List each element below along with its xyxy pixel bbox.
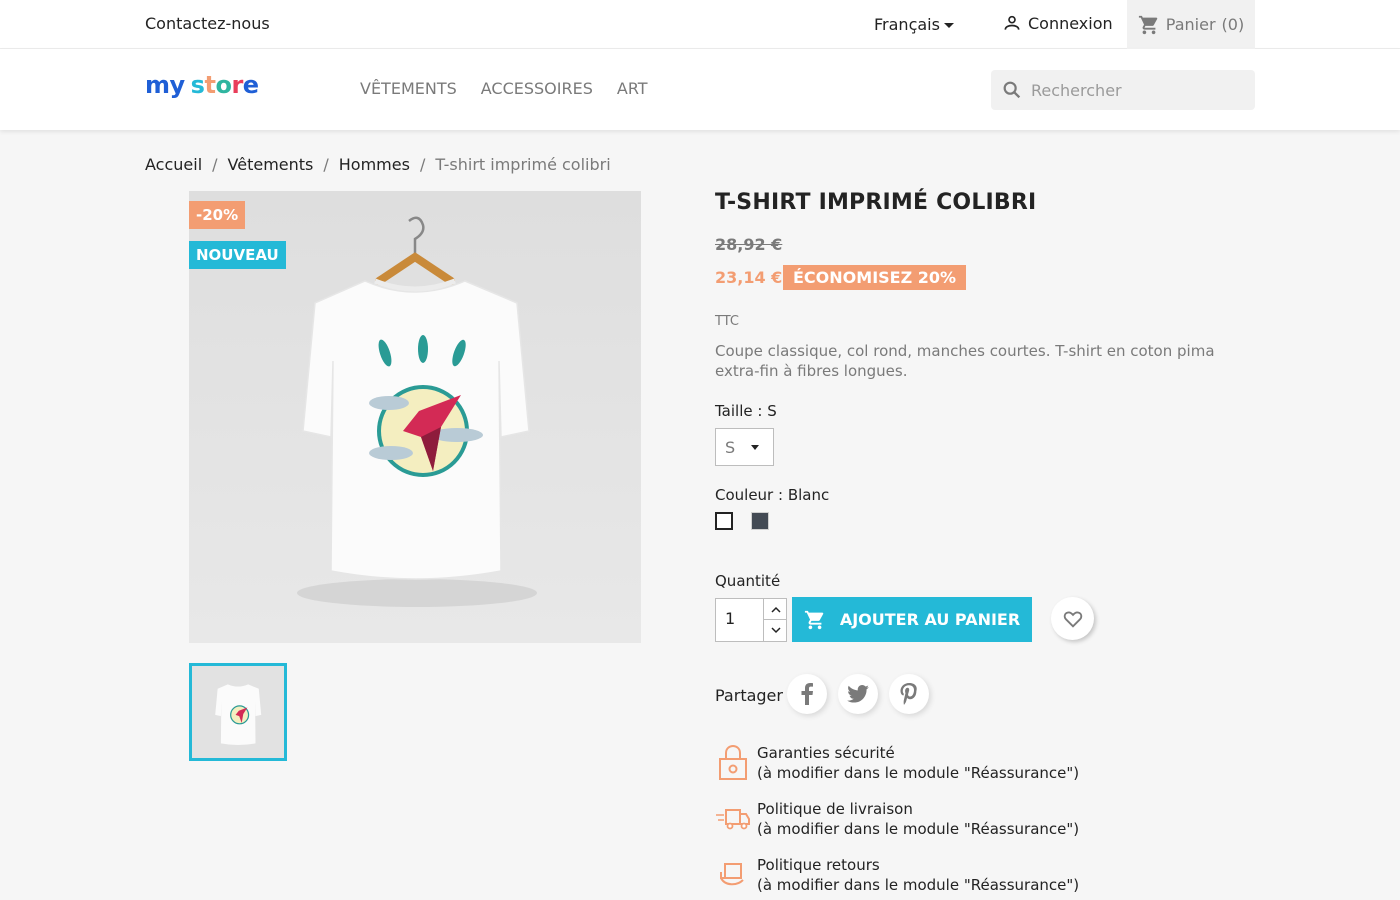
breadcrumb-home[interactable]: Accueil bbox=[145, 155, 202, 174]
main-menu: VÊTEMENTS ACCESSOIRES ART bbox=[360, 79, 648, 98]
breadcrumb-separator: / bbox=[323, 155, 329, 174]
logo-store: store bbox=[190, 71, 259, 99]
twitter-icon bbox=[847, 685, 869, 703]
cart-icon bbox=[1138, 15, 1158, 34]
reassurance-title: Garanties sécurité bbox=[757, 744, 895, 762]
add-to-cart-label: AJOUTER AU PANIER bbox=[839, 610, 1021, 629]
color-swatch-white[interactable] bbox=[715, 512, 733, 530]
tshirt-thumbnail-image bbox=[192, 666, 284, 758]
breadcrumb-separator: / bbox=[212, 155, 218, 174]
reassurance-item: Garanties sécurité (à modifier dans le m… bbox=[715, 743, 1079, 783]
quantity-label: Quantité bbox=[715, 572, 781, 590]
menu-item-accessoires[interactable]: ACCESSOIRES bbox=[481, 79, 593, 98]
new-flag: NOUVEAU bbox=[189, 241, 286, 269]
login-label: Connexion bbox=[1028, 13, 1113, 33]
breadcrumb-hommes[interactable]: Hommes bbox=[339, 155, 410, 174]
quantity-stepper: 1 bbox=[715, 598, 787, 642]
size-value: S bbox=[725, 437, 736, 457]
discount-badge: ÉCONOMISEZ 20% bbox=[783, 265, 967, 290]
language-selector[interactable]: Français bbox=[874, 15, 954, 34]
menu-item-vetements[interactable]: VÊTEMENTS bbox=[360, 79, 457, 98]
logo-my: my bbox=[145, 71, 185, 99]
caret-down-icon bbox=[943, 22, 954, 28]
return-box-icon bbox=[715, 855, 751, 893]
breadcrumb-separator: / bbox=[419, 155, 426, 174]
add-to-cart-button[interactable]: AJOUTER AU PANIER bbox=[792, 597, 1032, 642]
reassurance-item: Politique retours (à modifier dans le mo… bbox=[715, 855, 1079, 895]
truck-icon bbox=[715, 799, 751, 837]
reassurance-item: Politique de livraison (à modifier dans … bbox=[715, 799, 1079, 839]
lock-icon bbox=[715, 743, 751, 781]
chevron-up-icon bbox=[770, 606, 781, 613]
regular-price: 28,92 € bbox=[715, 235, 783, 254]
menu-item-art[interactable]: ART bbox=[617, 79, 648, 98]
size-label: Taille : S bbox=[715, 402, 777, 420]
login-link[interactable]: Connexion bbox=[1002, 13, 1113, 33]
quantity-input[interactable]: 1 bbox=[725, 609, 735, 628]
wishlist-button[interactable] bbox=[1051, 597, 1094, 640]
share-facebook-button[interactable] bbox=[787, 674, 827, 714]
product-description: Coupe classique, col rond, manches court… bbox=[715, 342, 1215, 380]
breadcrumb-current: T-shirt imprimé colibri bbox=[435, 155, 611, 174]
share-twitter-button[interactable] bbox=[838, 674, 878, 714]
search-input[interactable] bbox=[1031, 80, 1231, 100]
share-label: Partager bbox=[715, 686, 783, 705]
caret-down-icon bbox=[751, 444, 760, 450]
cart-count: (0) bbox=[1221, 15, 1245, 34]
share-pinterest-button[interactable] bbox=[889, 674, 929, 714]
cart-label: Panier bbox=[1165, 15, 1216, 34]
current-price: 23,14 € bbox=[715, 268, 783, 287]
search-icon[interactable] bbox=[1001, 79, 1023, 101]
tax-label: TTC bbox=[715, 314, 739, 329]
product-title: T-SHIRT IMPRIMÉ COLIBRI bbox=[715, 190, 1037, 215]
chevron-down-icon bbox=[770, 627, 781, 634]
color-label: Couleur : Blanc bbox=[715, 486, 830, 504]
store-logo[interactable]: my store bbox=[145, 71, 259, 99]
discount-flag: -20% bbox=[189, 201, 246, 229]
top-bar: Contactez-nous Français Connexion Panier… bbox=[0, 0, 1400, 49]
contact-link[interactable]: Contactez-nous bbox=[145, 14, 270, 33]
breadcrumb: Accueil / Vêtements / Hommes / T-shirt i… bbox=[145, 155, 611, 174]
reassurance-title: Politique retours bbox=[757, 856, 880, 874]
cart-button[interactable]: Panier (0) bbox=[1127, 0, 1255, 49]
heart-icon bbox=[1063, 611, 1082, 628]
facebook-icon bbox=[801, 683, 813, 705]
quantity-increase-button[interactable] bbox=[763, 599, 787, 620]
size-select[interactable]: S bbox=[715, 428, 774, 466]
cart-icon bbox=[804, 610, 824, 629]
header: my store VÊTEMENTS ACCESSOIRES ART bbox=[0, 49, 1400, 130]
reassurance-subtitle: (à modifier dans le module "Réassurance"… bbox=[757, 820, 1080, 838]
reassurance-subtitle: (à modifier dans le module "Réassurance"… bbox=[757, 764, 1080, 782]
breadcrumb-vetements[interactable]: Vêtements bbox=[228, 155, 314, 174]
reassurance-subtitle: (à modifier dans le module "Réassurance"… bbox=[757, 876, 1080, 894]
user-icon bbox=[1004, 15, 1020, 30]
pinterest-icon bbox=[900, 683, 917, 705]
color-swatch-grey[interactable] bbox=[751, 512, 769, 530]
language-label: Français bbox=[874, 15, 940, 34]
search-box bbox=[991, 70, 1255, 110]
quantity-decrease-button[interactable] bbox=[763, 620, 787, 641]
reassurance-title: Politique de livraison bbox=[757, 800, 913, 818]
product-thumbnail[interactable] bbox=[189, 663, 287, 761]
